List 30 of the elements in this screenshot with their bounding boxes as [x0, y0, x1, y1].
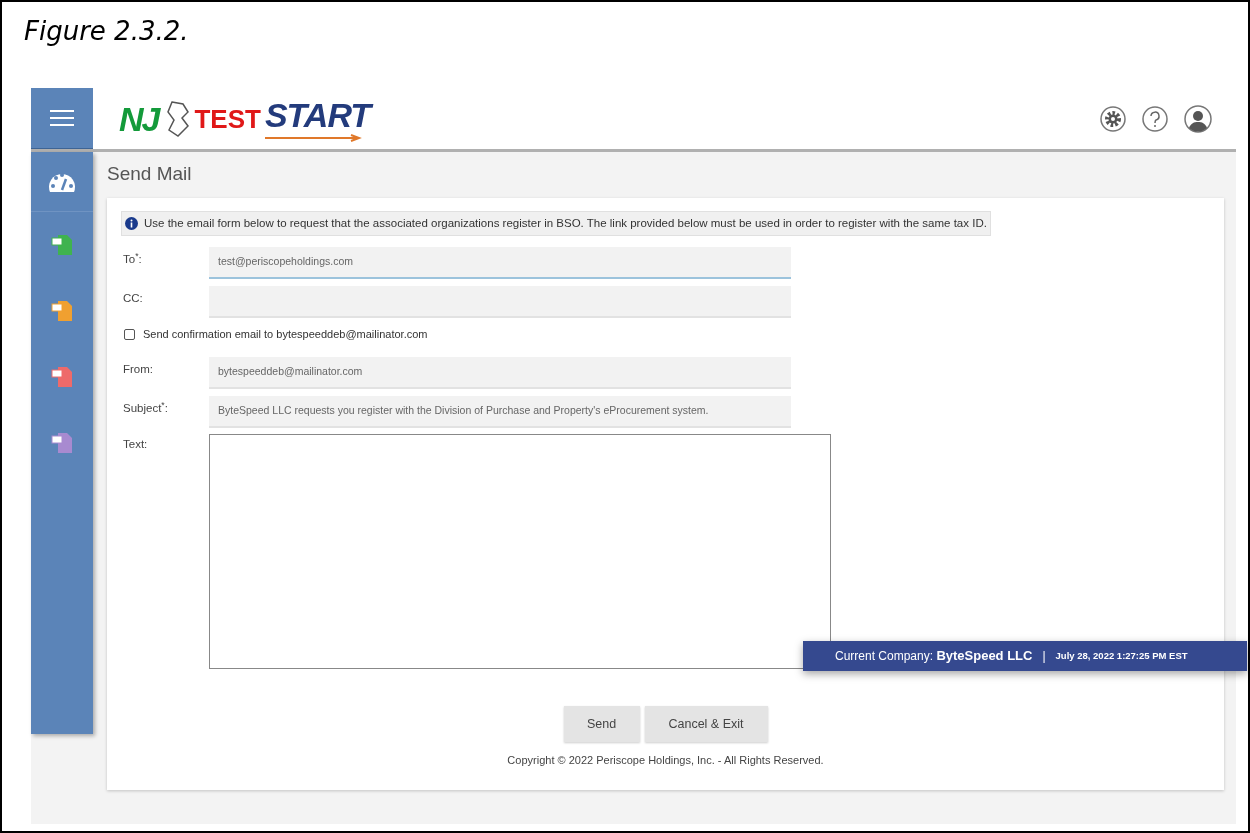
menu-button[interactable] [31, 88, 93, 149]
logo-text: TEST [194, 103, 261, 134]
field-label: Text: [122, 437, 149, 453]
field-label: To$^{*}$: [122, 249, 143, 268]
field-label: CC: [122, 291, 144, 307]
info-icon [125, 217, 138, 231]
user-avatar-icon[interactable] [1184, 104, 1212, 133]
state-outline-icon [166, 100, 191, 137]
menu-icon [49, 109, 75, 127]
figure-caption: Figure 2.3.2. [24, 15, 189, 48]
help-icon[interactable] [1142, 105, 1168, 132]
input-field[interactable]: bytespeeddeb@mailinator.com [209, 357, 791, 390]
input-field[interactable]: test@periscopeholdings.com [209, 247, 791, 280]
date-time-text: July 28, 2022 1:27:25 PM EST [1055, 648, 1188, 663]
checkbox[interactable] [124, 328, 135, 340]
page-title: Send Mail [107, 162, 193, 186]
logo-text: NJ [119, 98, 161, 139]
separator: | [1042, 648, 1046, 665]
settings-icon[interactable] [1100, 105, 1126, 132]
info-text: Use the email form below to request that the associated organizations register in BSO. The link provided below must be used in order to register with the same tax ID. [144, 216, 987, 231]
send-button[interactable]: Send [563, 706, 640, 743]
input-field[interactable] [209, 286, 791, 319]
field-label: Subject$^{*}$: [122, 398, 169, 417]
cancel-button[interactable]: Cancel & Exit [644, 706, 768, 743]
input-field[interactable]: ByteSpeed LLC requests you register with the Division of Purchase and Property's eProcurement system. [209, 396, 791, 429]
field-label: From: [122, 362, 155, 378]
current-company-text: Current Company: ByteSpeed LLC [835, 647, 1033, 666]
logo-text: START [264, 95, 375, 134]
checkbox-label: Send confirmation email to bytespeeddeb@mailinator.com [143, 327, 428, 342]
copyright-text: Copyright © 2022 Periscope Holdings, Inc. - All Rights Reserved. [506, 753, 825, 769]
